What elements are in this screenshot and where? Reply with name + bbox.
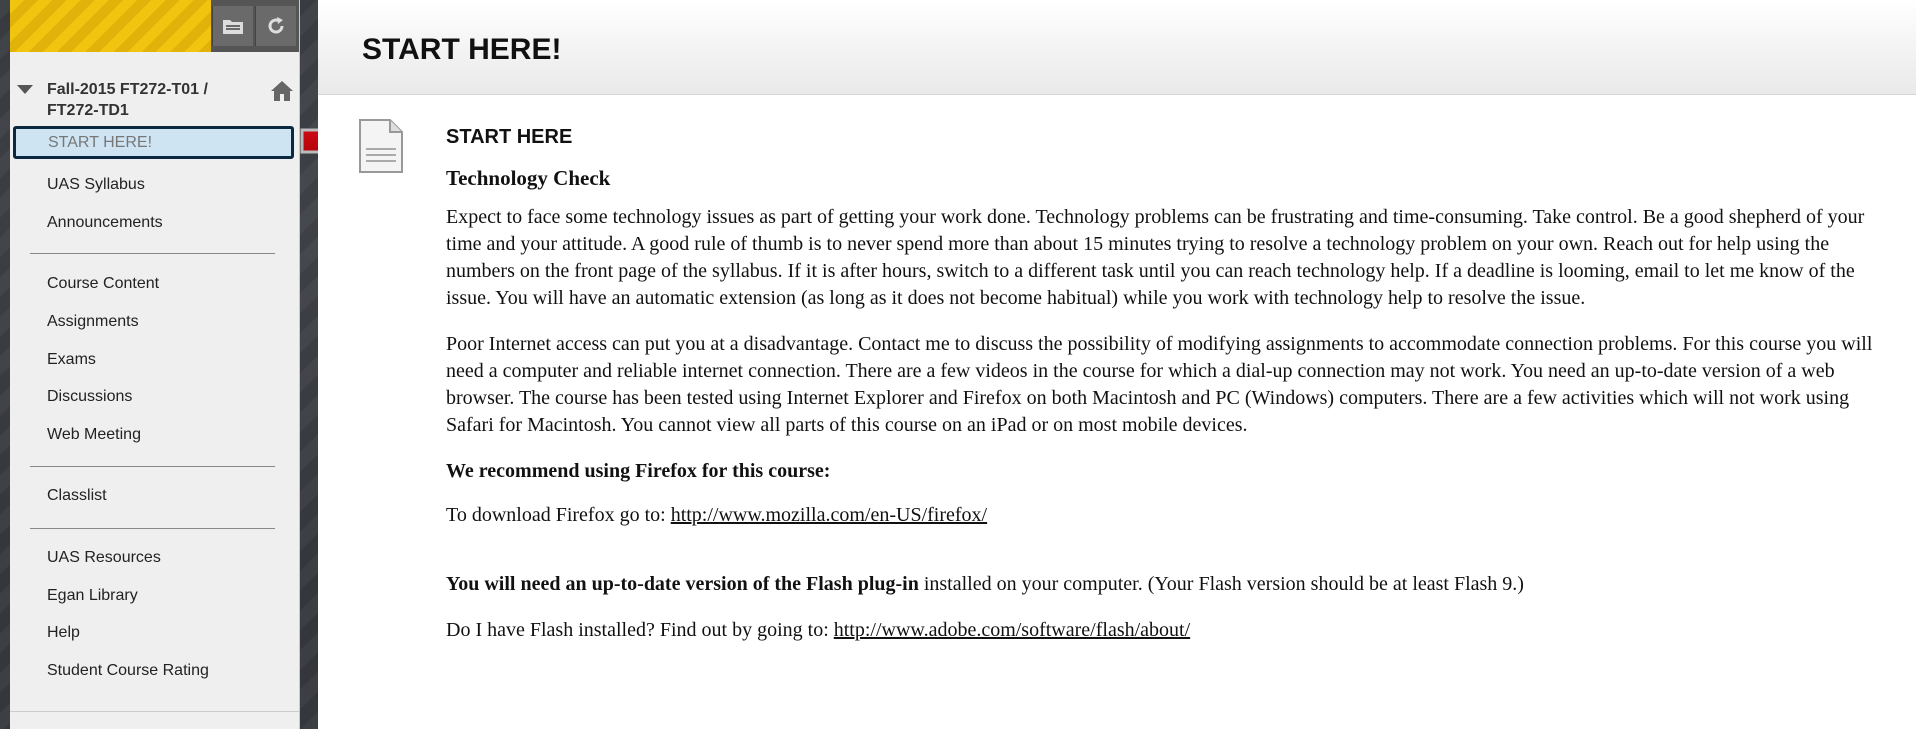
sidebar-item-uas-resources[interactable]: UAS Resources — [47, 549, 161, 567]
sidebar-divider — [30, 253, 275, 254]
flash-requirement-detail: installed on your computer. (Your Flash … — [918, 573, 1524, 595]
sidebar-item-egan-library[interactable]: Egan Library — [47, 587, 138, 605]
sidebar-item-student-course-rating[interactable]: Student Course Rating — [47, 662, 209, 680]
flash-check-text: Do I have Flash installed? Find out by g… — [446, 619, 834, 641]
sidebar-divider — [10, 711, 299, 712]
sidebar-item-assignments[interactable]: Assignments — [47, 313, 139, 331]
sidebar-item-help[interactable]: Help — [47, 624, 80, 642]
sidebar-item-web-meeting[interactable]: Web Meeting — [47, 426, 141, 444]
document-icon — [359, 119, 403, 173]
course-banner-stripe — [10, 0, 211, 52]
sidebar-toolbar — [10, 0, 299, 52]
sidebar-divider — [30, 466, 275, 467]
flash-link[interactable]: http://www.adobe.com/software/flash/abou… — [834, 619, 1190, 641]
folder-icon — [223, 20, 243, 34]
folder-view-button[interactable] — [212, 6, 253, 46]
page-title: START HERE! — [362, 33, 562, 66]
flash-requirement: You will need an up-to-date version of t… — [446, 573, 919, 595]
sidebar-item-start-here[interactable]: START HERE! — [13, 126, 294, 159]
content-area: START HERE! START HERE Technology Check … — [318, 0, 1916, 729]
content-item-title[interactable]: START HERE — [446, 126, 572, 149]
paragraph: Expect to face some technology issues as… — [446, 206, 1865, 309]
content-body: Technology Check Expect to face some tec… — [446, 165, 1886, 663]
home-icon[interactable] — [270, 80, 294, 102]
sidebar-item-exams[interactable]: Exams — [47, 351, 96, 369]
firefox-download-text: To download Firefox go to: — [446, 504, 671, 526]
paragraph: Poor Internet access can put you at a di… — [446, 333, 1873, 436]
sidebar-item-classlist[interactable]: Classlist — [47, 487, 107, 505]
sidebar-item-announcements[interactable]: Announcements — [47, 214, 163, 232]
course-title[interactable]: Fall-2015 FT272-T01 / FT272-TD1 — [47, 79, 257, 121]
sidebar-item-uas-syllabus[interactable]: UAS Syllabus — [47, 176, 145, 194]
refresh-icon — [268, 17, 284, 34]
collapse-triangle-icon[interactable] — [17, 85, 33, 94]
firefox-link[interactable]: http://www.mozilla.com/en-US/firefox/ — [671, 504, 987, 526]
sidebar-item-course-content[interactable]: Course Content — [47, 275, 159, 293]
course-menu-sidebar: Fall-2015 FT272-T01 / FT272-TD1 START HE… — [10, 0, 300, 729]
sidebar-item-discussions[interactable]: Discussions — [47, 388, 132, 406]
page-header: START HERE! — [318, 0, 1916, 95]
section-heading: Technology Check — [446, 166, 611, 190]
sidebar-divider — [30, 528, 275, 529]
refresh-button[interactable] — [255, 6, 296, 46]
firefox-recommendation: We recommend using Firefox for this cour… — [446, 460, 831, 482]
